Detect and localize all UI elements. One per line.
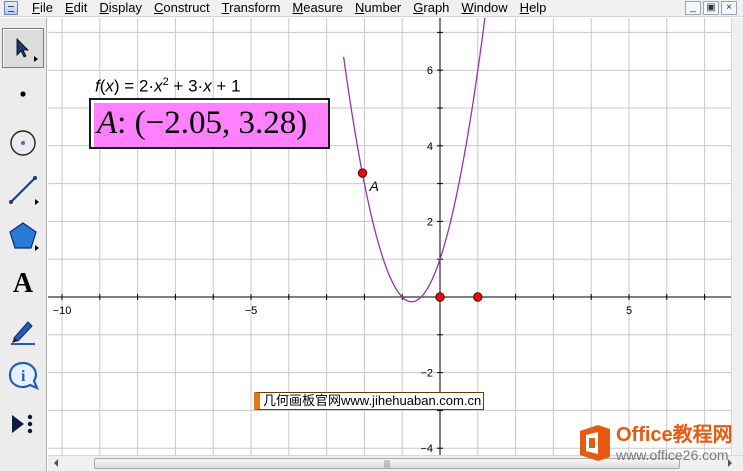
x-tick-label: 5: [626, 305, 632, 317]
menu-mnemonic: G: [413, 0, 424, 15]
menu-mnemonic: F: [32, 0, 40, 15]
menu-label: elp: [529, 0, 547, 15]
menu-mnemonic: W: [461, 0, 474, 15]
menu-number[interactable]: Number: [349, 0, 407, 17]
close-button[interactable]: ×: [721, 1, 737, 15]
plot-points: A: [357, 168, 483, 302]
polygon-tool[interactable]: [2, 216, 44, 256]
menu-measure[interactable]: Measure: [286, 0, 349, 17]
info-letter: i: [21, 368, 26, 385]
menu-items: File Edit Display Construct Transform Measure…: [26, 0, 552, 17]
function-label[interactable]: f(x) = 2·x2 + 3·x + 1: [95, 76, 241, 97]
coordinate-measurement[interactable]: A: (−2.05, 3.28): [89, 98, 330, 149]
compass-tool[interactable]: [2, 123, 44, 163]
site-watermark: 几何画板官网www.jihehuaban.com.cn: [254, 392, 485, 410]
text-tool[interactable]: A: [2, 264, 44, 304]
menu-label: isplay: [108, 0, 143, 15]
menu-label: ile: [39, 0, 53, 15]
menu-mnemonic: E: [64, 0, 74, 15]
menu-mnemonic: C: [154, 0, 164, 15]
point: [473, 292, 483, 302]
y-tick-label: 6: [427, 65, 433, 77]
office-logo-icon: [580, 425, 610, 461]
y-tick-label: −4: [420, 443, 433, 455]
custom-tool[interactable]: [2, 404, 44, 444]
segment-icon: [9, 176, 37, 204]
menu-label: dit: [73, 0, 88, 15]
y-tick-label: 4: [427, 141, 433, 153]
menu-mnemonic: H: [519, 0, 530, 15]
minimize-button[interactable]: _: [685, 1, 701, 15]
point-a: [357, 168, 368, 178]
menu-mnemonic: M: [292, 0, 304, 15]
menu-construct[interactable]: Construct: [148, 0, 216, 17]
y-tick-label: −2: [420, 368, 433, 380]
menu-help[interactable]: Help: [514, 0, 553, 17]
toolbox: A i: [0, 18, 47, 471]
tool-menu-indicator: [35, 199, 39, 205]
office-title: Office教程网: [616, 423, 733, 446]
menu-mnemonic: T: [221, 0, 230, 15]
information-tool[interactable]: i: [2, 356, 44, 396]
point-tool[interactable]: [2, 74, 44, 114]
restore-button[interactable]: ▣: [703, 1, 719, 15]
menu-label: indow: [473, 0, 508, 15]
x-tick-label: −5: [245, 305, 258, 317]
tool-menu-indicator: [35, 245, 39, 251]
menu-transform[interactable]: Transform: [216, 0, 287, 17]
office-url: www.office26.com: [616, 446, 729, 463]
scroll-left-arrow[interactable]: [54, 459, 58, 467]
window-controls: _ ▣ ×: [685, 1, 737, 15]
menu-bar: File Edit Display Construct Transform Measure…: [0, 0, 743, 17]
info-icon: i: [8, 361, 40, 391]
menu-label: ransform: [229, 0, 281, 15]
office-watermark: Office教程网 www.office26.com: [578, 418, 733, 468]
menu-graph[interactable]: Graph: [407, 0, 455, 17]
text-icon: A: [12, 268, 34, 299]
x-tick-label: −10: [53, 305, 72, 317]
menu-file[interactable]: File: [26, 0, 59, 17]
point-label: A: [369, 178, 379, 194]
point-icon: [20, 91, 26, 97]
custom-tool-icon: [12, 414, 33, 434]
arrow-tool[interactable]: [2, 28, 44, 68]
marker-tool[interactable]: [2, 310, 44, 350]
document-icon[interactable]: [4, 1, 18, 15]
menu-display[interactable]: Display: [93, 0, 148, 17]
menu-label: raph: [423, 0, 450, 15]
menu-mnemonic: D: [99, 0, 109, 15]
menu-label: easure: [303, 0, 344, 15]
menu-window[interactable]: Window: [455, 0, 513, 17]
point: [435, 292, 445, 302]
arrow-select-icon: [16, 38, 29, 58]
tool-menu-indicator: [34, 56, 38, 62]
menu-label: onstruct: [163, 0, 210, 15]
menu-mnemonic: N: [355, 0, 365, 15]
circle-icon: [10, 130, 36, 156]
pen-icon: [11, 321, 35, 345]
y-tick-label: 2: [427, 216, 433, 228]
menu-label: umber: [364, 0, 402, 15]
straightedge-tool[interactable]: [2, 170, 44, 210]
vertical-scrollbar[interactable]: [731, 18, 743, 455]
menu-edit[interactable]: Edit: [59, 0, 93, 17]
